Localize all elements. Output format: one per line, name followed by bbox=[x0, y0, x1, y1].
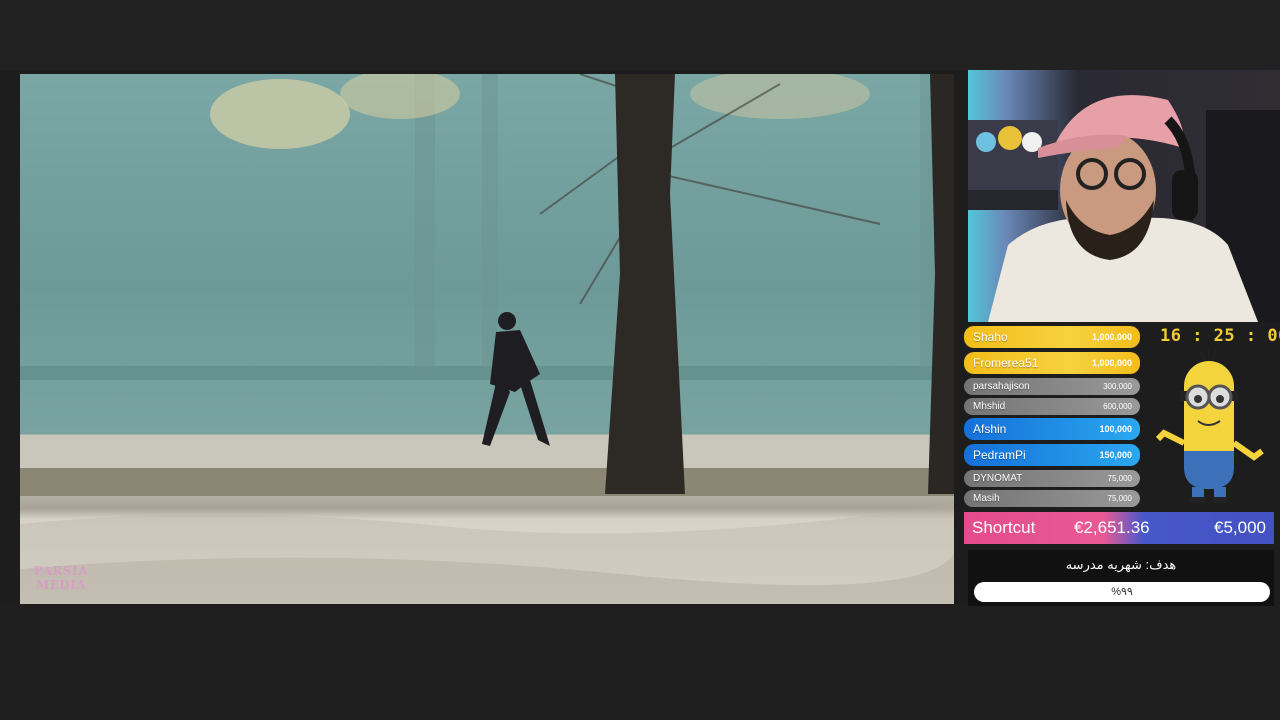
donor-row: PedramPi 150,000 bbox=[964, 444, 1140, 466]
video-frame[interactable]: PARSIA MEDIA bbox=[20, 74, 954, 604]
streamer-image bbox=[968, 95, 1280, 322]
donor-row: parsahajison 300,000 bbox=[964, 378, 1140, 395]
shortcut-goal-amount: €5,000 bbox=[1214, 518, 1266, 537]
donor-amount: 600,000 bbox=[1103, 402, 1132, 411]
donor-amount: 100,000 bbox=[1099, 424, 1132, 434]
donor-name: Masih bbox=[973, 493, 1000, 504]
video-scene bbox=[20, 74, 954, 604]
donor-row: Mhshid 600,000 bbox=[964, 398, 1140, 415]
donor-name: Shaho bbox=[973, 330, 1008, 344]
donor-name: PedramPi bbox=[973, 448, 1026, 462]
shortcut-goal-bar: Shortcut €2,651.36 €5,000 bbox=[964, 512, 1274, 544]
bottom-band bbox=[0, 605, 1280, 720]
donor-row: Fromerea51 1,000,000 bbox=[964, 352, 1140, 374]
stream-clock: 16 : 25 : 00 bbox=[1160, 326, 1280, 346]
donor-amount: 75,000 bbox=[1107, 474, 1132, 483]
school-goal-panel: هدف: شهریه مدرسه %۹۹ bbox=[968, 550, 1274, 606]
shortcut-label: Shortcut bbox=[972, 518, 1036, 537]
school-goal-title: هدف: شهریه مدرسه bbox=[1065, 557, 1177, 572]
donor-name: Afshin bbox=[973, 422, 1007, 436]
donor-row: Afshin 100,000 bbox=[964, 418, 1140, 440]
donor-amount: 150,000 bbox=[1099, 450, 1132, 460]
donor-amount: 1,000,000 bbox=[1091, 358, 1132, 368]
donor-amount: 75,000 bbox=[1107, 494, 1132, 503]
donor-name: DYNOMAT bbox=[973, 473, 1023, 484]
video-watermark: PARSIA MEDIA bbox=[34, 564, 89, 592]
donor-leaderboard: Shaho 1,000,000 Fromerea51 1,000,000 par… bbox=[964, 326, 1140, 510]
top-band bbox=[0, 0, 1280, 70]
donor-row: DYNOMAT 75,000 bbox=[964, 470, 1140, 487]
donor-name: Fromerea51 bbox=[973, 356, 1039, 370]
donor-row: Shaho 1,000,000 bbox=[964, 326, 1140, 348]
donor-name: Mhshid bbox=[973, 401, 1006, 412]
donor-name: parsahajison bbox=[973, 381, 1030, 392]
shortcut-current-amount: €2,651.36 bbox=[1074, 518, 1150, 537]
school-goal-progress: %۹۹ bbox=[974, 582, 1270, 602]
donor-amount: 300,000 bbox=[1103, 382, 1132, 391]
donor-row: Masih 75,000 bbox=[964, 490, 1140, 507]
donor-amount: 1,000,000 bbox=[1091, 332, 1132, 342]
minion-mascot-icon bbox=[1155, 348, 1264, 503]
webcam-feed bbox=[968, 70, 1280, 322]
